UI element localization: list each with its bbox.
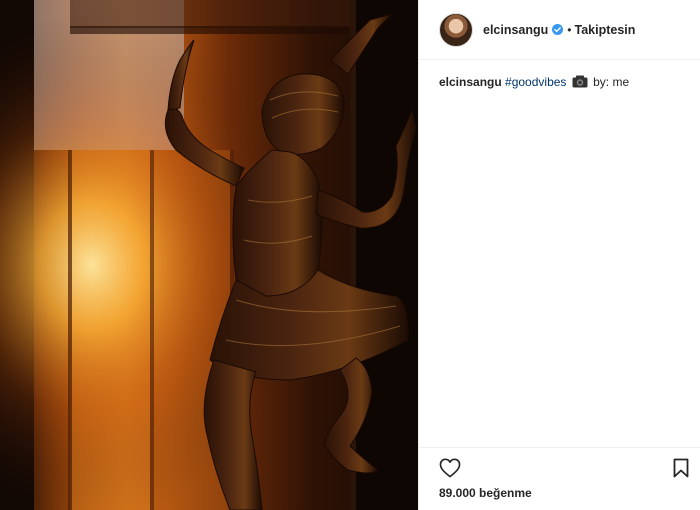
post-actions: 89.000 beğenme: [419, 447, 700, 510]
caption-hashtag[interactable]: #goodvibes: [505, 75, 566, 89]
bookmark-outline-icon[interactable]: [673, 458, 689, 478]
post-photo[interactable]: [0, 0, 418, 510]
instagram-post: elcinsangu • Takiptesin elcinsangu #good…: [0, 0, 700, 510]
photo-scene: [0, 0, 418, 510]
post-header: elcinsangu • Takiptesin: [419, 0, 700, 60]
author-username[interactable]: elcinsangu: [483, 23, 548, 37]
following-status-button[interactable]: Takiptesin: [575, 23, 636, 37]
separator-dot: •: [567, 22, 572, 37]
post-caption: elcinsangu #goodvibes by: me: [439, 74, 689, 90]
caption-text: by: me: [593, 75, 630, 89]
likes-count[interactable]: 89.000 beğenme: [439, 486, 532, 500]
caption-username[interactable]: elcinsangu: [439, 75, 502, 89]
heart-outline-icon[interactable]: [439, 458, 461, 478]
avatar[interactable]: [439, 12, 473, 47]
camera-icon: [572, 75, 588, 88]
post-sidebar: elcinsangu • Takiptesin elcinsangu #good…: [418, 0, 700, 510]
verified-badge-icon: [552, 24, 564, 35]
